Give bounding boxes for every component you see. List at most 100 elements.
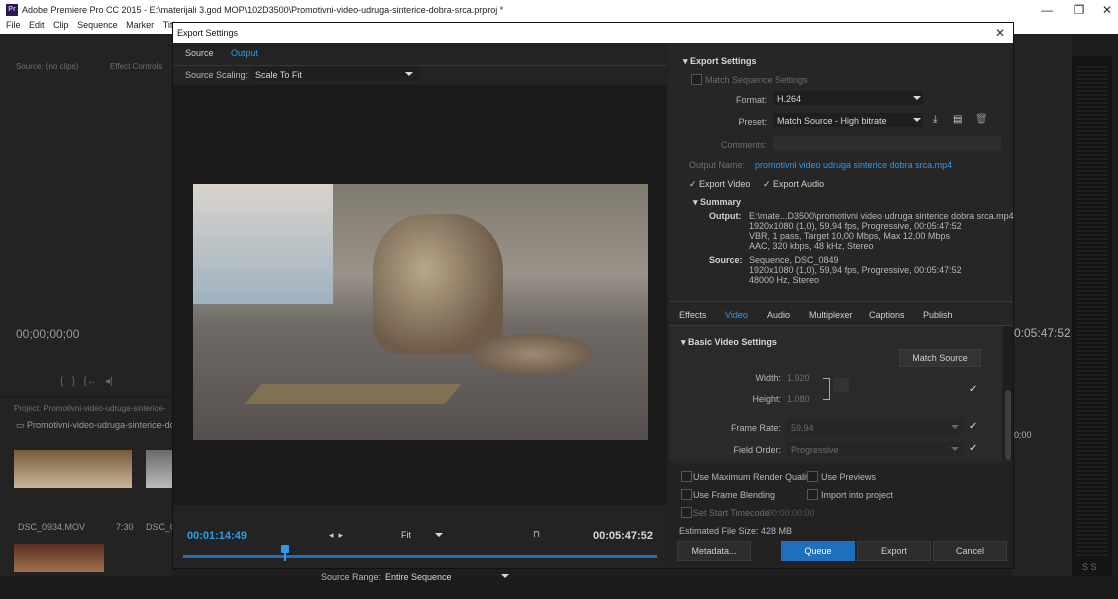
bottom-strip [0, 576, 1118, 599]
output-name-link[interactable]: promotivni video udruga sinterice dobra … [755, 160, 952, 170]
clip-thumbnail-2[interactable] [146, 450, 172, 488]
dialog-title: Export Settings [177, 28, 239, 38]
format-dropdown[interactable]: H.264 [773, 91, 923, 105]
close-window-button[interactable]: ✕ [1094, 2, 1118, 18]
frame-rate-checkbox[interactable]: ✓ [969, 421, 977, 432]
transport-controls[interactable]: { } {← ◂| [60, 376, 113, 387]
export-audio-checkbox[interactable]: ✓ Export Audio [763, 179, 824, 190]
project-panel-title: Project: Promotivni-video-udruga-sinteri… [14, 404, 166, 413]
import-into-project-checkbox[interactable] [807, 489, 818, 500]
maximize-button[interactable]: ❐ [1066, 2, 1092, 18]
basic-video-heading[interactable]: ▾ Basic Video Settings [681, 337, 777, 348]
export-settings-heading-label: Export Settings [690, 56, 757, 66]
tab-multiplexer[interactable]: Multiplexer [809, 310, 853, 320]
height-value[interactable]: 1.080 [787, 394, 810, 404]
use-previews-checkbox[interactable] [807, 471, 818, 482]
match-source-button[interactable]: Match Source [899, 349, 981, 367]
max-render-quality-checkbox[interactable] [681, 471, 692, 482]
summary-source-line: Sequence, DSC_0849 [749, 255, 839, 265]
width-height-checkbox[interactable]: ✓ [969, 384, 977, 395]
source-timecode: 00;00;00;00 [16, 327, 80, 341]
import-preset-icon[interactable]: ▤ [953, 114, 962, 125]
fit-chevron-down-icon[interactable] [435, 533, 443, 537]
source-range-dropdown[interactable]: Entire Sequence [381, 569, 511, 583]
field-order-checkbox[interactable]: ✓ [969, 443, 977, 454]
tab-effects[interactable]: Effects [679, 310, 706, 320]
menu-clip[interactable]: Clip [53, 20, 69, 30]
source-scaling-dropdown[interactable]: Scale To Fit [251, 67, 419, 81]
width-value[interactable]: 1.920 [787, 373, 810, 383]
program-timecode: 0:05:47:52 [1014, 326, 1071, 340]
audio-meter: S S [1072, 56, 1112, 576]
preset-dropdown[interactable]: Match Source - High bitrate [773, 113, 923, 127]
source-panel: Source: (no clips) Effect Controls 00;00… [0, 36, 172, 396]
export-settings-heading[interactable]: ▾ Export Settings [683, 56, 757, 67]
tab-source[interactable]: Source [185, 48, 214, 58]
tab-audio[interactable]: Audio [767, 310, 790, 320]
start-timecode-checkbox[interactable] [681, 507, 692, 518]
menu-file[interactable]: File [6, 20, 21, 30]
settings-scrollbar[interactable] [1003, 326, 1013, 460]
dialog-close-button[interactable]: ✕ [995, 26, 1005, 40]
match-sequence-checkbox[interactable] [691, 74, 702, 85]
zoom-fit-value[interactable]: Fit [401, 530, 411, 540]
clip-thumbnail-1[interactable] [14, 450, 132, 488]
comments-field[interactable] [773, 136, 1001, 150]
cancel-button[interactable]: Cancel [933, 541, 1007, 561]
output-name-label: Output Name: [689, 160, 746, 170]
video-preview-frame [193, 184, 648, 440]
format-chevron-icon [913, 96, 921, 100]
frame-rate-label: Frame Rate: [730, 423, 781, 433]
menu-marker[interactable]: Marker [126, 20, 154, 30]
effect-controls-tab[interactable]: Effect Controls [110, 62, 162, 71]
preset-value: Match Source - High bitrate [777, 116, 887, 126]
basic-video-heading-label: Basic Video Settings [688, 337, 777, 347]
playhead[interactable] [280, 545, 289, 553]
menu-sequence[interactable]: Sequence [77, 20, 118, 30]
aspect-lock-icon[interactable] [833, 378, 849, 392]
summary-heading[interactable]: ▾ Summary [693, 197, 741, 208]
summary-heading-label: Summary [700, 197, 742, 207]
width-label: Width: [755, 373, 781, 383]
queue-button[interactable]: Queue [781, 541, 855, 561]
cat-shape [373, 214, 503, 354]
menu-edit[interactable]: Edit [29, 20, 45, 30]
save-preset-icon[interactable]: ⤓ [933, 114, 937, 125]
export-video-checkbox[interactable]: ✓ Export Video [689, 179, 750, 190]
cat-body [473, 334, 593, 374]
delete-preset-icon[interactable]: 🗑 [975, 114, 988, 125]
export-button[interactable]: Export [857, 541, 931, 561]
current-time[interactable]: 00:01:14:49 [187, 530, 247, 542]
export-settings-dialog: Export Settings ✕ Source Output Source S… [172, 22, 1014, 582]
folder-icon: ▭ [16, 420, 28, 430]
use-previews-label: Use Previews [821, 472, 877, 482]
basic-video-section: ▾ Basic Video Settings Match Source Widt… [669, 326, 1001, 460]
tab-captions[interactable]: Captions [869, 310, 905, 320]
source-panel-tab[interactable]: Source: (no clips) [16, 62, 78, 71]
floor-stripe [244, 384, 462, 404]
preset-chevron-icon [913, 118, 921, 122]
settings-scrollbar-thumb[interactable] [1005, 390, 1011, 460]
summary-output-lines: E:\mate...D3500\promotivni video udruga … [749, 211, 1014, 251]
tab-video[interactable]: Video [725, 310, 748, 320]
tab-output[interactable]: Output [231, 48, 258, 58]
window-title-bar: Pr Adobe Premiere Pro CC 2015 - E:\mater… [0, 0, 1118, 20]
start-timecode-value[interactable]: 00:00:00:00 [767, 508, 815, 518]
clip-thumbnail-3[interactable] [14, 544, 104, 572]
source-range-chevron-icon [501, 574, 509, 578]
clip-duration-1: 7:30 [116, 522, 134, 532]
metadata-button[interactable]: Metadata... [677, 541, 751, 561]
frame-blending-checkbox[interactable] [681, 489, 692, 500]
tab-publish[interactable]: Publish [923, 310, 953, 320]
frame-rate-dropdown[interactable]: 59,94 [787, 420, 963, 434]
step-buttons[interactable]: ◂ ▸ [329, 530, 343, 541]
time-ruler[interactable] [183, 545, 657, 561]
field-order-dropdown[interactable]: Progressive [787, 442, 963, 456]
set-in-out-icon[interactable]: ⊓ [533, 529, 540, 540]
project-item[interactable]: ▭ Promotivni-video-udruga-sinterice-dot [16, 420, 177, 431]
work-area-bar[interactable] [183, 555, 657, 558]
preset-label: Preset: [738, 117, 767, 127]
preview-pane: Source Output Source Scaling: Scale To F… [173, 43, 667, 582]
minimize-button[interactable]: — [1034, 2, 1060, 18]
basic-video-disclosure-icon: ▾ [681, 337, 689, 347]
